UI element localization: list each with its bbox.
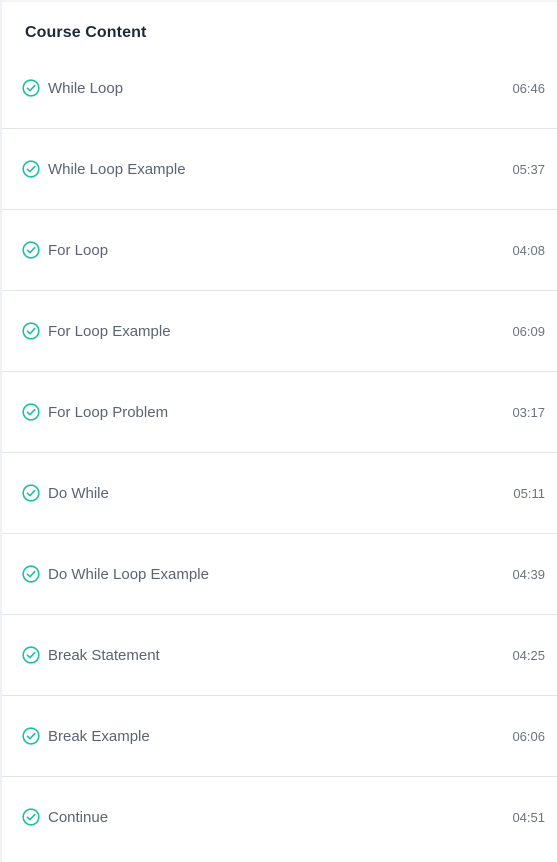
lesson-item[interactable]: While Loop 06:46 (2, 48, 557, 129)
lesson-duration: 06:06 (512, 728, 545, 744)
check-circle-icon (22, 322, 40, 340)
check-circle-icon (22, 484, 40, 502)
lesson-item[interactable]: For Loop Example 06:09 (2, 291, 557, 372)
top-border (0, 0, 557, 2)
lesson-list: While Loop 06:46 While Loop Example 05:3… (2, 48, 557, 857)
lesson-item[interactable]: Do While Loop Example 04:39 (2, 534, 557, 615)
check-circle-icon (22, 646, 40, 664)
lesson-item[interactable]: For Loop Problem 03:17 (2, 372, 557, 453)
lesson-item[interactable]: Do While 05:11 (2, 453, 557, 534)
lesson-item[interactable]: While Loop Example 05:37 (2, 129, 557, 210)
course-content-panel: Course Content While Loop 06:46 While Lo… (0, 0, 557, 862)
lesson-duration: 04:08 (512, 242, 545, 258)
lesson-duration: 05:11 (513, 485, 545, 501)
lesson-item[interactable]: Break Example 06:06 (2, 696, 557, 777)
lesson-item[interactable]: For Loop 04:08 (2, 210, 557, 291)
lesson-duration: 04:51 (512, 809, 545, 825)
lesson-title: For Loop Example (48, 322, 171, 340)
lesson-item[interactable]: Break Statement 04:25 (2, 615, 557, 696)
lesson-duration: 04:39 (512, 566, 545, 582)
lesson-title: Break Statement (48, 646, 160, 664)
check-circle-icon (22, 565, 40, 583)
lesson-title: For Loop (48, 241, 109, 259)
lesson-duration: 04:25 (512, 647, 545, 663)
lesson-title: Do While Loop Example (48, 565, 209, 583)
check-circle-icon (22, 79, 40, 97)
lesson-title: Continue (48, 808, 109, 826)
check-circle-icon (22, 727, 40, 745)
lesson-title: While Loop (48, 79, 124, 97)
check-circle-icon (22, 403, 40, 421)
check-circle-icon (22, 241, 40, 259)
check-circle-icon (22, 808, 40, 826)
course-content-title: Course Content (25, 24, 147, 41)
check-circle-icon (22, 160, 40, 178)
lesson-title: Do While (48, 484, 109, 502)
lesson-duration: 06:46 (512, 80, 545, 96)
lesson-duration: 05:37 (512, 161, 545, 177)
lesson-duration: 03:17 (512, 404, 545, 420)
lesson-duration: 06:09 (512, 323, 545, 339)
lesson-title: While Loop Example (48, 160, 186, 178)
lesson-title: Break Example (48, 727, 150, 745)
lesson-title: For Loop Problem (48, 403, 169, 421)
lesson-item[interactable]: Continue 04:51 (2, 777, 557, 857)
